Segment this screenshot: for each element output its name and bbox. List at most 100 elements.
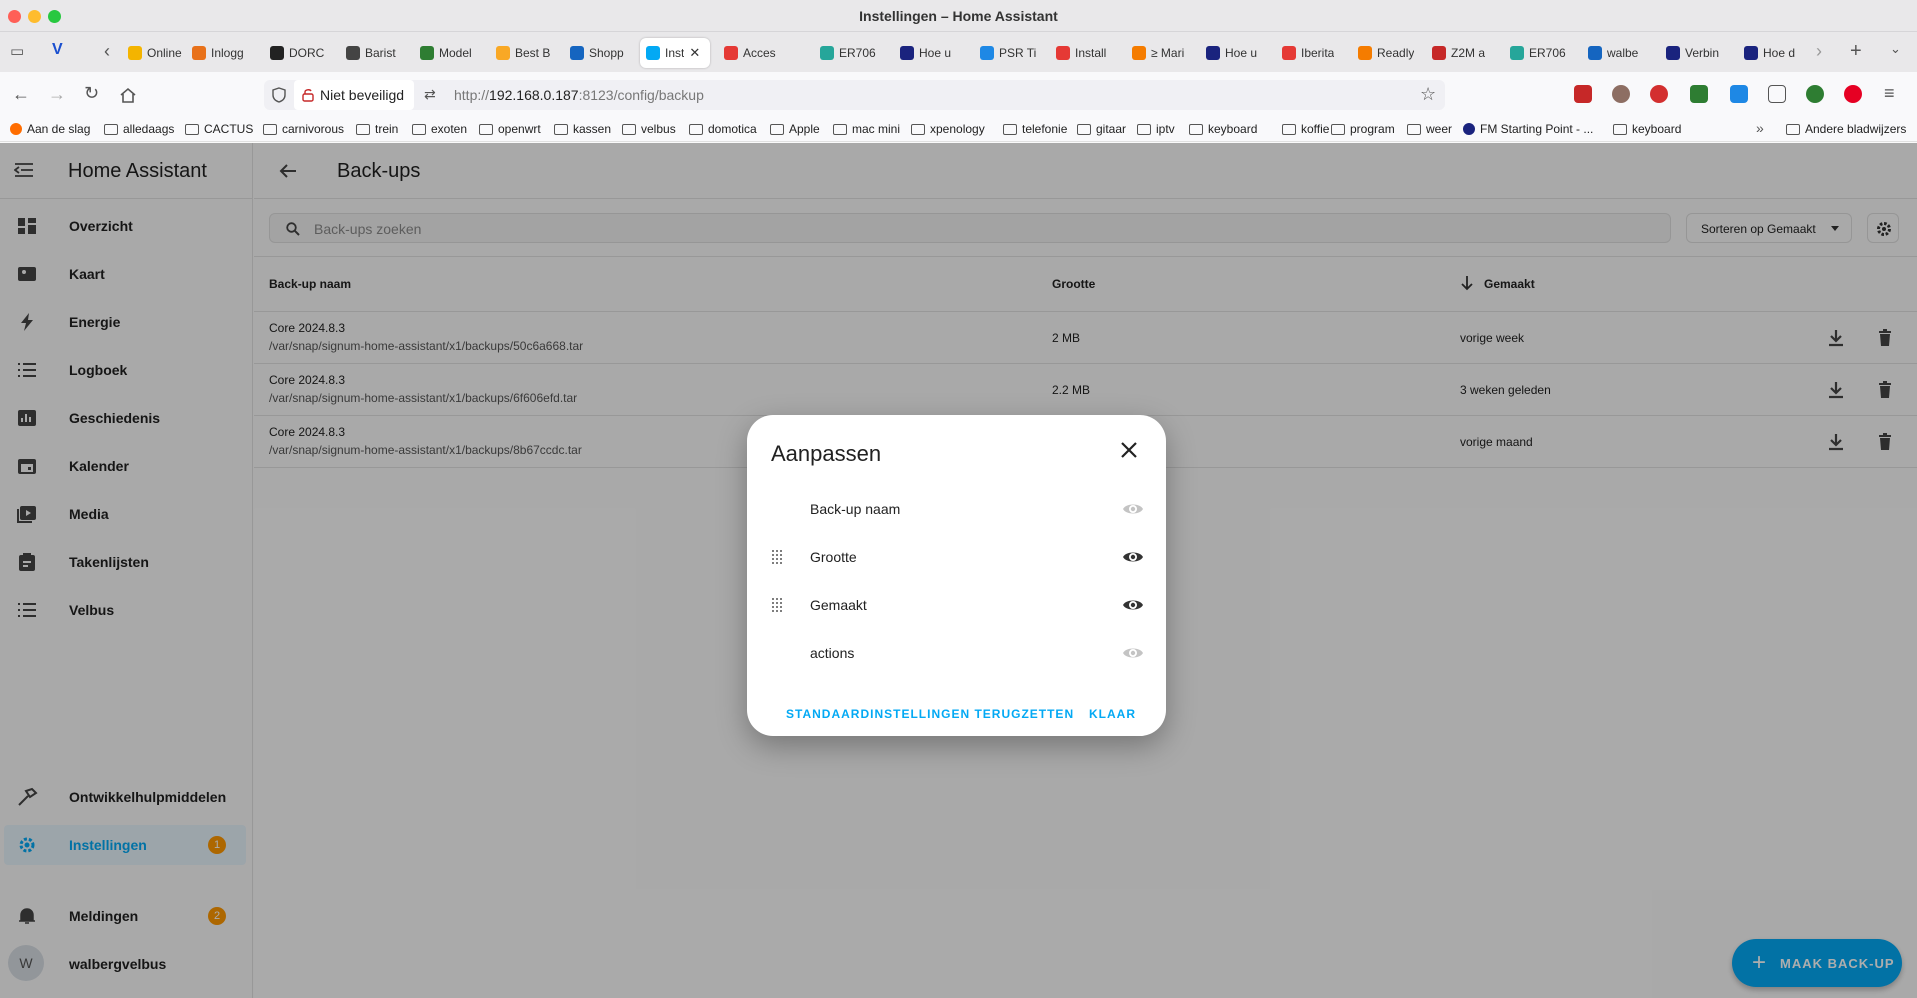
browser-tab[interactable]: Inlogg bbox=[186, 38, 258, 68]
eye-icon[interactable] bbox=[1122, 643, 1144, 663]
sidebar-toggle-icon[interactable]: ▭ bbox=[10, 44, 24, 59]
extension-calendar-icon[interactable] bbox=[1574, 85, 1592, 103]
url-host: 192.168.0.187 bbox=[489, 87, 579, 103]
browser-tab[interactable]: PSR Ti bbox=[974, 38, 1046, 68]
home-icon[interactable] bbox=[119, 87, 137, 103]
other-bookmarks[interactable]: Andere bladwijzers bbox=[1786, 122, 1906, 136]
browser-tab[interactable]: Inst ✕ bbox=[640, 38, 710, 68]
drag-handle-icon[interactable] bbox=[771, 597, 783, 613]
extension-puzzle-icon[interactable] bbox=[1690, 85, 1708, 103]
bookmark-item[interactable]: kassen bbox=[554, 122, 611, 136]
bookmark-item[interactable]: iptv bbox=[1137, 122, 1175, 136]
favicon-icon bbox=[346, 46, 360, 60]
column-option-label: Grootte bbox=[810, 549, 857, 565]
bookmark-item[interactable]: exoten bbox=[412, 122, 467, 136]
browser-tab[interactable]: Online bbox=[122, 38, 194, 68]
tab-list-chevron-down-icon[interactable]: ⌄ bbox=[1890, 42, 1901, 55]
bookmark-item[interactable]: weer bbox=[1407, 122, 1452, 136]
browser-tab[interactable]: Readly bbox=[1352, 38, 1424, 68]
browser-tab[interactable]: DORC bbox=[264, 38, 336, 68]
extension-v-icon[interactable] bbox=[1730, 85, 1748, 103]
reset-defaults-button[interactable]: STANDAARDINSTELLINGEN TERUGZETTEN bbox=[786, 707, 1074, 721]
bookmark-item[interactable]: Apple bbox=[770, 122, 820, 136]
extension-avatar-icon[interactable] bbox=[1612, 85, 1630, 103]
bookmark-item[interactable]: velbus bbox=[622, 122, 676, 136]
browser-tab[interactable]: Hoe u bbox=[1200, 38, 1272, 68]
folder-icon bbox=[689, 123, 703, 135]
drag-handle-icon[interactable] bbox=[771, 549, 783, 565]
bookmark-item[interactable]: CACTUS bbox=[185, 122, 253, 136]
browser-tab[interactable]: Acces bbox=[718, 38, 790, 68]
bookmark-item[interactable]: keyboard bbox=[1189, 122, 1257, 136]
reload-icon[interactable]: ↻ bbox=[84, 84, 99, 102]
tab-label: ≥ Mari bbox=[1151, 46, 1185, 60]
bookmark-item[interactable]: telefonie bbox=[1003, 122, 1067, 136]
eye-icon[interactable] bbox=[1122, 499, 1144, 519]
bookmark-star-icon[interactable]: ☆ bbox=[1420, 85, 1436, 103]
bookmark-label: mac mini bbox=[852, 122, 901, 136]
pinterest-icon[interactable] bbox=[1844, 85, 1862, 103]
new-tab-icon[interactable]: + bbox=[1850, 41, 1862, 61]
bookmark-item[interactable]: xpenology bbox=[911, 122, 985, 136]
browser-tab[interactable]: Z2M a bbox=[1426, 38, 1498, 68]
tab-label: Inst bbox=[665, 46, 685, 60]
bookmark-item[interactable]: FM Starting Point - ... bbox=[1463, 122, 1593, 136]
bookmark-item[interactable]: koffie bbox=[1282, 122, 1329, 136]
browser-tab[interactable]: Iberita bbox=[1276, 38, 1348, 68]
tabs-scroll-right-icon[interactable]: › bbox=[1816, 42, 1822, 60]
shield-icon[interactable] bbox=[272, 87, 286, 103]
extension-sync-icon[interactable] bbox=[1806, 85, 1824, 103]
browser-tab[interactable]: Verbin bbox=[1660, 38, 1732, 68]
browser-tab[interactable]: Shopp bbox=[564, 38, 636, 68]
browser-tab[interactable]: ER706 bbox=[814, 38, 886, 68]
bookmark-item[interactable]: gitaar bbox=[1077, 122, 1126, 136]
bookmark-item[interactable]: carnivorous bbox=[263, 122, 344, 136]
favicon-icon bbox=[420, 46, 434, 60]
browser-tab[interactable]: ≥ Mari bbox=[1126, 38, 1198, 68]
back-arrow-icon[interactable]: ← bbox=[12, 85, 30, 103]
browser-tab[interactable]: walbe bbox=[1582, 38, 1654, 68]
folder-icon bbox=[412, 123, 426, 135]
bookmark-item[interactable]: domotica bbox=[689, 122, 757, 136]
bookmark-item[interactable]: keyboard bbox=[1613, 122, 1681, 136]
favicon-icon bbox=[128, 46, 142, 60]
browser-tab[interactable]: Hoe u bbox=[894, 38, 966, 68]
forward-arrow-icon[interactable]: → bbox=[48, 85, 66, 103]
bookmark-item[interactable]: openwrt bbox=[479, 122, 541, 136]
extension-shield-icon[interactable] bbox=[1650, 85, 1668, 103]
pinned-tab-icon[interactable]: V bbox=[52, 42, 63, 58]
permissions-icon[interactable]: ⇄ bbox=[424, 87, 436, 101]
tab-label: Z2M a bbox=[1451, 46, 1486, 60]
menu-icon[interactable]: ≡ bbox=[1884, 84, 1895, 102]
eye-icon[interactable] bbox=[1122, 595, 1144, 615]
site-security-button[interactable]: Niet beveiligd bbox=[294, 80, 415, 110]
url-text[interactable]: http://192.168.0.187:8123/config/backup bbox=[454, 87, 704, 103]
eye-icon[interactable] bbox=[1122, 547, 1144, 567]
browser-tab[interactable]: Hoe d bbox=[1738, 38, 1810, 68]
bookmark-item[interactable]: mac mini bbox=[833, 122, 900, 136]
bookmarks-overflow-icon[interactable]: » bbox=[1756, 121, 1764, 135]
folder-icon bbox=[185, 123, 199, 135]
close-tab-icon[interactable]: ✕ bbox=[689, 45, 700, 61]
favicon-icon bbox=[192, 46, 206, 60]
tab-label: Install bbox=[1075, 46, 1107, 60]
address-bar[interactable] bbox=[264, 80, 1445, 110]
browser-tab[interactable]: Install bbox=[1050, 38, 1122, 68]
done-button[interactable]: KLAAR bbox=[1089, 707, 1136, 721]
folder-icon bbox=[1613, 123, 1627, 135]
folder-icon bbox=[1331, 123, 1345, 135]
close-icon[interactable] bbox=[1120, 441, 1138, 459]
bookmark-item[interactable]: alledaags bbox=[104, 122, 174, 136]
extensions-icon[interactable] bbox=[1768, 85, 1786, 103]
browser-tab[interactable]: Barist bbox=[340, 38, 412, 68]
browser-tab[interactable]: Best B bbox=[490, 38, 562, 68]
bookmark-item[interactable]: program bbox=[1331, 122, 1395, 136]
folder-icon bbox=[1786, 123, 1800, 135]
tabs-scroll-left-icon[interactable]: ‹ bbox=[104, 42, 110, 60]
browser-tab[interactable]: ER706 bbox=[1504, 38, 1576, 68]
favicon-icon bbox=[570, 46, 584, 60]
browser-tab[interactable]: Model bbox=[414, 38, 486, 68]
bookmark-item[interactable]: Aan de slag bbox=[10, 122, 90, 136]
bookmark-label: program bbox=[1350, 122, 1395, 136]
bookmark-item[interactable]: trein bbox=[356, 122, 398, 136]
